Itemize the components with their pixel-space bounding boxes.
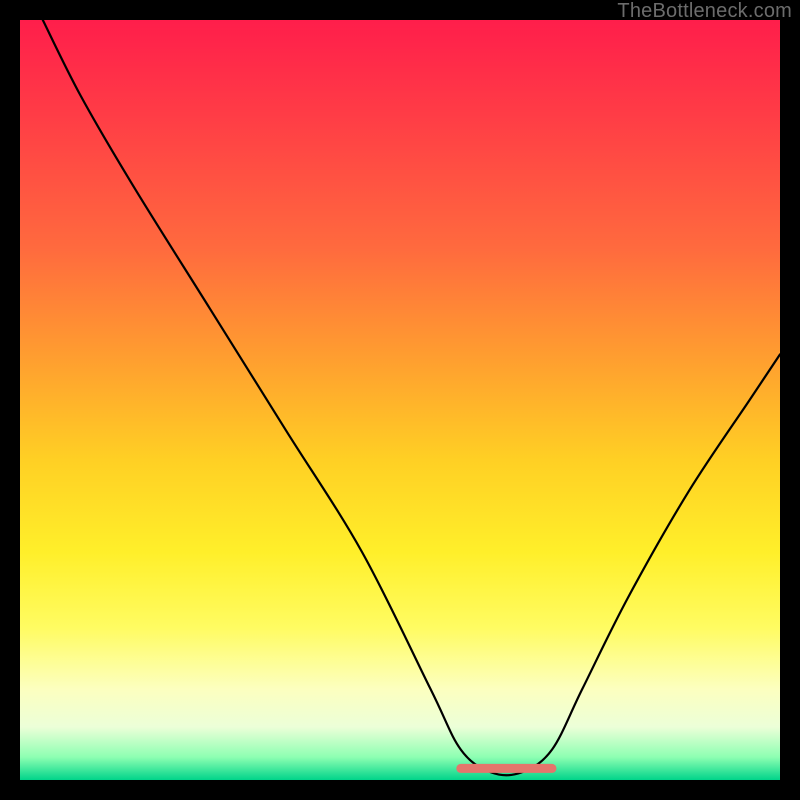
plot-svg	[20, 20, 780, 780]
bottleneck-curve	[43, 20, 780, 775]
watermark-text: TheBottleneck.com	[617, 0, 792, 23]
plot-area	[20, 20, 780, 780]
chart-frame: TheBottleneck.com	[0, 0, 800, 800]
